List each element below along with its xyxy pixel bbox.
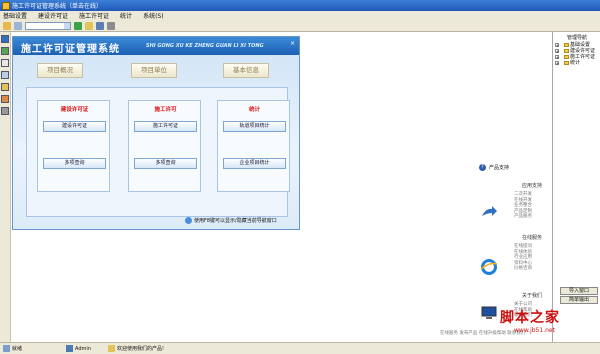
promo-link[interactable]: 业务整合 [514, 203, 532, 209]
group-construction-license: 建设许可证 建设许可证 多项查询 [37, 100, 110, 192]
navigation-tree: 管理导航 + 基础设置 + 建设许可证 + 施工许可证 + 统计 导入窗口 简单… [552, 32, 600, 342]
menu-construction-license[interactable]: 建设许可证 [38, 11, 68, 20]
panel-header: 施工许可证管理系统 SHI GONG XU KE ZHENG GUAN LI X… [13, 37, 299, 55]
group-building-permit: 施工许可 施工许可证 多项查询 [128, 100, 201, 192]
folder-icon[interactable] [1, 83, 9, 91]
folder-icon [564, 42, 569, 47]
tree-item-statistics[interactable]: + 统计 [553, 60, 600, 66]
watermark-url: www.jb51.net [514, 327, 555, 334]
group-statistics: 统计 轨道项目统计 企业项目统计 [217, 100, 290, 192]
tab-project-overview[interactable]: 项目概况 [37, 63, 83, 78]
tab-basic-info[interactable]: 基本信息 [223, 63, 269, 78]
folder-icon [564, 48, 569, 53]
document-icon[interactable] [14, 21, 22, 30]
toolbar [0, 20, 600, 32]
product-icon [108, 345, 115, 352]
promo-list: 在线提问 在线体验 行业应用 资料中心 价格咨询 [514, 244, 532, 272]
app-icon [2, 1, 10, 10]
expand-icon[interactable]: + [555, 43, 559, 48]
close-icon[interactable]: × [289, 40, 296, 47]
group-title: 统计 [248, 107, 260, 113]
folder-icon [564, 60, 569, 65]
expand-icon[interactable]: + [555, 55, 559, 60]
group-title: 施工许可 [154, 107, 177, 113]
ie-browser-icon [480, 258, 498, 276]
search-icon[interactable] [1, 95, 9, 103]
construction-license-button[interactable]: 建设许可证 [43, 121, 106, 132]
window-title: 施工许可证管理系统（单击在线） [12, 3, 103, 10]
menu-bar: 基础设置 建设许可证 施工许可证 统计 系统(S) [0, 11, 600, 20]
expand-icon[interactable]: + [555, 49, 559, 54]
promo-section-title: 应用支持 [521, 183, 542, 189]
menu-building-permit[interactable]: 施工许可证 [79, 11, 109, 20]
grid-icon[interactable] [1, 71, 9, 79]
open-folder-icon[interactable] [85, 21, 93, 30]
toggle-hint-text: 使用F8键可以显示/隐藏当前导航窗口 [194, 218, 277, 224]
arrow-icon [480, 204, 498, 222]
status-icon [3, 345, 10, 352]
folder-icon [564, 54, 569, 59]
status-welcome: 欢迎使用我们的产品! [108, 345, 164, 352]
tree-title: 管理导航 [567, 35, 588, 41]
expand-icon[interactable]: + [555, 61, 559, 66]
tree-item-label: 统计 [570, 60, 581, 66]
title-bar: 施工许可证管理系统（单击在线） [0, 0, 600, 11]
promo-link[interactable]: 在线提问 [514, 244, 532, 250]
enterprise-project-stats-button[interactable]: 企业项目统计 [223, 158, 286, 169]
panel-subtitle: SHI GONG XU KE ZHENG GUAN LI XI TONG [146, 43, 264, 49]
promo-link[interactable]: 二次开发 [514, 192, 532, 198]
multi-query-button[interactable]: 多项查询 [134, 158, 197, 169]
site-watermark: 脚本之家 www.jb51.net [500, 307, 560, 334]
import-window-button[interactable]: 导入窗口 [560, 287, 598, 295]
menu-statistics[interactable]: 统计 [120, 11, 132, 20]
list-icon[interactable] [1, 59, 9, 67]
status-user-text: Admin [75, 345, 91, 352]
promo-link[interactable]: 价格咨询 [514, 266, 532, 272]
settings-icon[interactable] [1, 107, 9, 115]
computer-icon [480, 304, 498, 322]
promo-header: ? 产品支持 [479, 164, 509, 171]
panel-title: 施工许可证管理系统 [21, 44, 120, 55]
toggle-hint: 使用F8键可以显示/隐藏当前导航窗口 [185, 217, 277, 224]
promo-link[interactable]: 产品服务 [514, 214, 532, 220]
status-ready: 就绪 [3, 345, 22, 352]
status-ready-text: 就绪 [12, 346, 23, 352]
building-permit-button[interactable]: 施工许可证 [134, 121, 197, 132]
promo-header-text: 产品支持 [489, 165, 510, 171]
promo-section-title: 关于我们 [521, 293, 542, 299]
pencil-icon[interactable] [3, 21, 11, 30]
chart-icon[interactable] [1, 47, 9, 55]
status-welcome-text: 欢迎使用我们的产品! [117, 346, 165, 352]
save-icon[interactable] [96, 21, 104, 30]
navigation-panel: 施工许可证管理系统 SHI GONG XU KE ZHENG GUAN LI X… [12, 36, 300, 230]
promo-list: 二次开发 在线开发 业务整合 产品定制 产品服务 [514, 192, 532, 220]
rail-project-stats-button[interactable]: 轨道项目统计 [223, 121, 286, 132]
watermark-text: 脚本之家 [500, 310, 560, 326]
left-toolbar [0, 32, 11, 342]
status-user: Admin [66, 345, 91, 352]
simple-output-button[interactable]: 简单输出 [560, 296, 598, 304]
home-icon[interactable] [1, 35, 9, 43]
play-icon[interactable] [74, 21, 82, 30]
content-box: 建设许可证 建设许可证 多项查询 施工许可 施工许可证 多项查询 统计 轨道项目… [26, 87, 290, 217]
menu-basic-settings[interactable]: 基础设置 [3, 11, 27, 20]
help-icon: ? [479, 164, 486, 171]
tab-project-unit[interactable]: 项目单位 [131, 63, 177, 78]
info-icon [185, 217, 192, 224]
menu-system[interactable]: 系统(S) [143, 11, 164, 20]
status-bar: 就绪 Admin 欢迎使用我们的产品! [0, 342, 600, 354]
multi-query-button[interactable]: 多项查询 [43, 158, 106, 169]
promo-section-title: 在线服务 [521, 235, 542, 241]
print-icon[interactable] [107, 21, 115, 30]
group-title: 建设许可证 [60, 107, 89, 113]
toolbar-select[interactable] [25, 21, 71, 30]
promo-link[interactable]: 行业应用 [514, 255, 532, 261]
user-icon [66, 345, 73, 352]
